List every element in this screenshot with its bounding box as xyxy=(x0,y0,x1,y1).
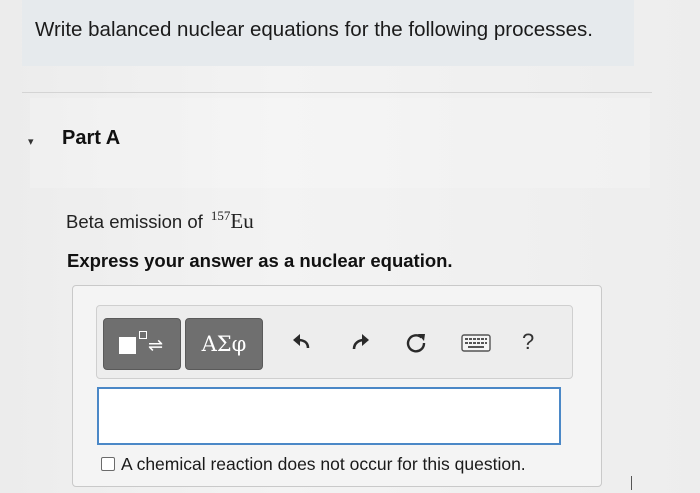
problem-prefix: Beta emission of xyxy=(66,211,203,232)
templates-icon xyxy=(119,337,136,354)
isotope-symbol: Eu xyxy=(230,209,254,233)
help-icon[interactable]: ? xyxy=(522,329,534,355)
answer-input[interactable] xyxy=(97,387,561,445)
undo-icon[interactable] xyxy=(287,328,317,358)
answer-instruction: Express your answer as a nuclear equatio… xyxy=(67,250,453,271)
redo-icon[interactable] xyxy=(345,328,375,358)
keyboard-icon[interactable] xyxy=(459,328,493,358)
equilibrium-arrows-icon: ⇌ xyxy=(148,335,164,356)
isotope-mass-number: 157 xyxy=(210,208,231,223)
part-header[interactable] xyxy=(30,98,650,188)
collapse-arrow-icon[interactable]: ▾ xyxy=(28,135,34,148)
text-cursor xyxy=(631,476,632,490)
no-reaction-label[interactable]: A chemical reaction does not occur for t… xyxy=(121,454,526,475)
section-divider xyxy=(22,92,652,93)
templates-button[interactable]: ⇌ xyxy=(103,318,181,370)
question-title: Write balanced nuclear equations for the… xyxy=(35,18,593,41)
no-reaction-checkbox[interactable] xyxy=(101,457,115,471)
problem-statement: Beta emission of 157Eu xyxy=(66,208,254,234)
part-title[interactable]: Part A xyxy=(62,127,120,150)
greek-symbols-button[interactable]: ΑΣφ xyxy=(185,318,263,370)
reset-icon[interactable] xyxy=(401,328,431,358)
templates-superscript-box xyxy=(139,331,147,339)
